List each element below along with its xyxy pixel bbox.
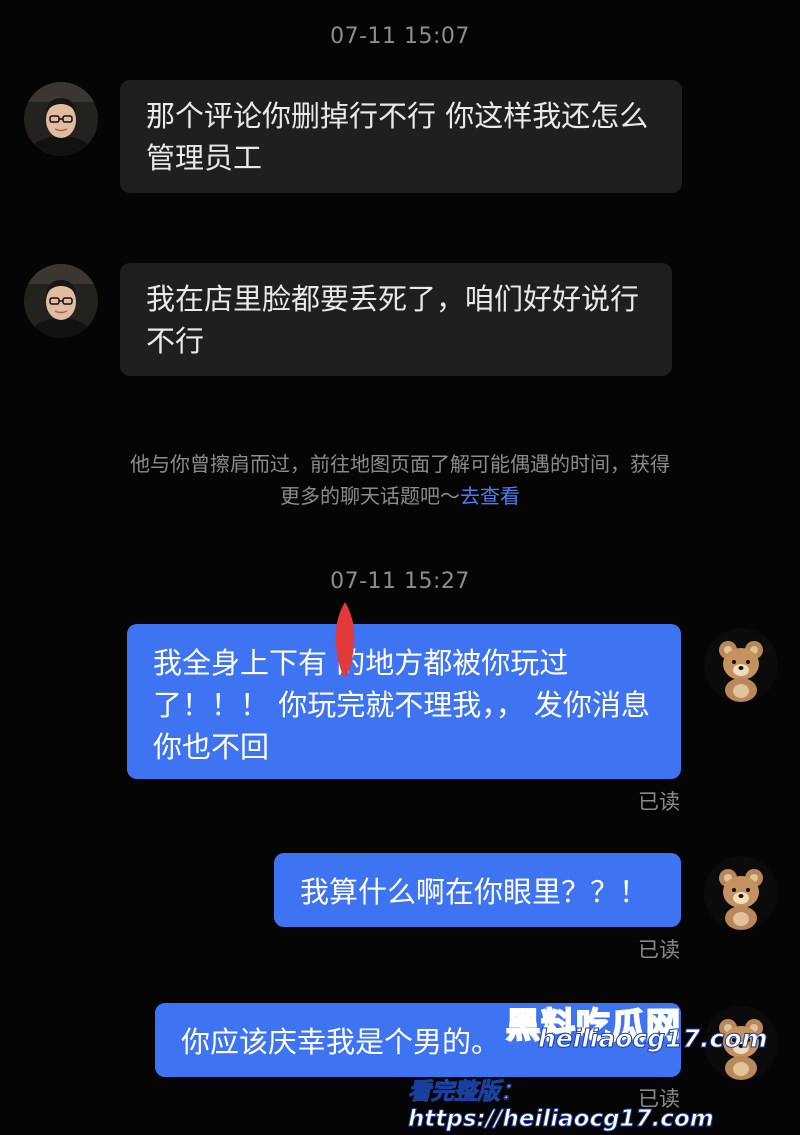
read-status: 已读 bbox=[638, 790, 680, 814]
message-text: 了！！！ 你玩完就不理我，， 发你消息 bbox=[153, 688, 650, 722]
watermark-cta: 看完整版：https://heiliaocg17.com bbox=[408, 1079, 715, 1133]
system-note-text: 更多的聊天话题吧～ bbox=[280, 484, 460, 508]
censor-mark-icon bbox=[335, 602, 355, 678]
read-status: 已读 bbox=[638, 938, 680, 962]
incoming-message[interactable]: 我在店里脸都要丢死了，咱们好好说行 不行 bbox=[120, 263, 672, 376]
bear-avatar-icon bbox=[704, 628, 778, 702]
message-text: 我在店里脸都要丢死了，咱们好好说行 bbox=[146, 282, 640, 316]
my-avatar[interactable] bbox=[704, 856, 778, 930]
my-avatar[interactable] bbox=[704, 628, 778, 702]
system-note-line: 更多的聊天话题吧～去查看 bbox=[60, 480, 740, 512]
incoming-message[interactable]: 那个评论你删掉行不行 你这样我还怎么 管理员工 bbox=[120, 80, 682, 193]
man-avatar-icon bbox=[24, 264, 98, 338]
message-text: 我算什么啊在你眼里？？！ bbox=[300, 875, 649, 909]
contact-avatar[interactable] bbox=[24, 82, 98, 156]
watermark-url: heiliaocg17.com bbox=[538, 1024, 769, 1054]
message-text: 不行 bbox=[146, 324, 205, 358]
view-map-link[interactable]: 去查看 bbox=[460, 484, 520, 508]
message-text: 我全身上下有 的地方都被你玩过 bbox=[153, 646, 569, 680]
message-text: 管理员工 bbox=[146, 141, 263, 175]
bear-avatar-icon bbox=[704, 856, 778, 930]
timestamp: 07-11 15:07 bbox=[330, 24, 470, 49]
man-avatar-icon bbox=[24, 82, 98, 156]
system-note: 他与你曾擦肩而过，前往地图页面了解可能偶遇的时间，获得 更多的聊天话题吧～去查看 bbox=[60, 448, 740, 512]
outgoing-message[interactable]: 我算什么啊在你眼里？？！ bbox=[274, 853, 681, 927]
contact-avatar[interactable] bbox=[24, 264, 98, 338]
outgoing-message[interactable]: 我全身上下有 的地方都被你玩过 了！！！ 你玩完就不理我，， 发你消息 你也不回 bbox=[127, 624, 681, 779]
message-text: 你也不回 bbox=[153, 730, 270, 764]
system-note-line: 他与你曾擦肩而过，前往地图页面了解可能偶遇的时间，获得 bbox=[130, 452, 670, 476]
chat-screen: 07-11 15:07 那个评论你删掉行不行 你这样我还怎么 管理员工 我在店里… bbox=[0, 0, 800, 1135]
timestamp: 07-11 15:27 bbox=[330, 569, 470, 594]
message-text: 那个评论你删掉行不行 你这样我还怎么 bbox=[146, 99, 649, 133]
